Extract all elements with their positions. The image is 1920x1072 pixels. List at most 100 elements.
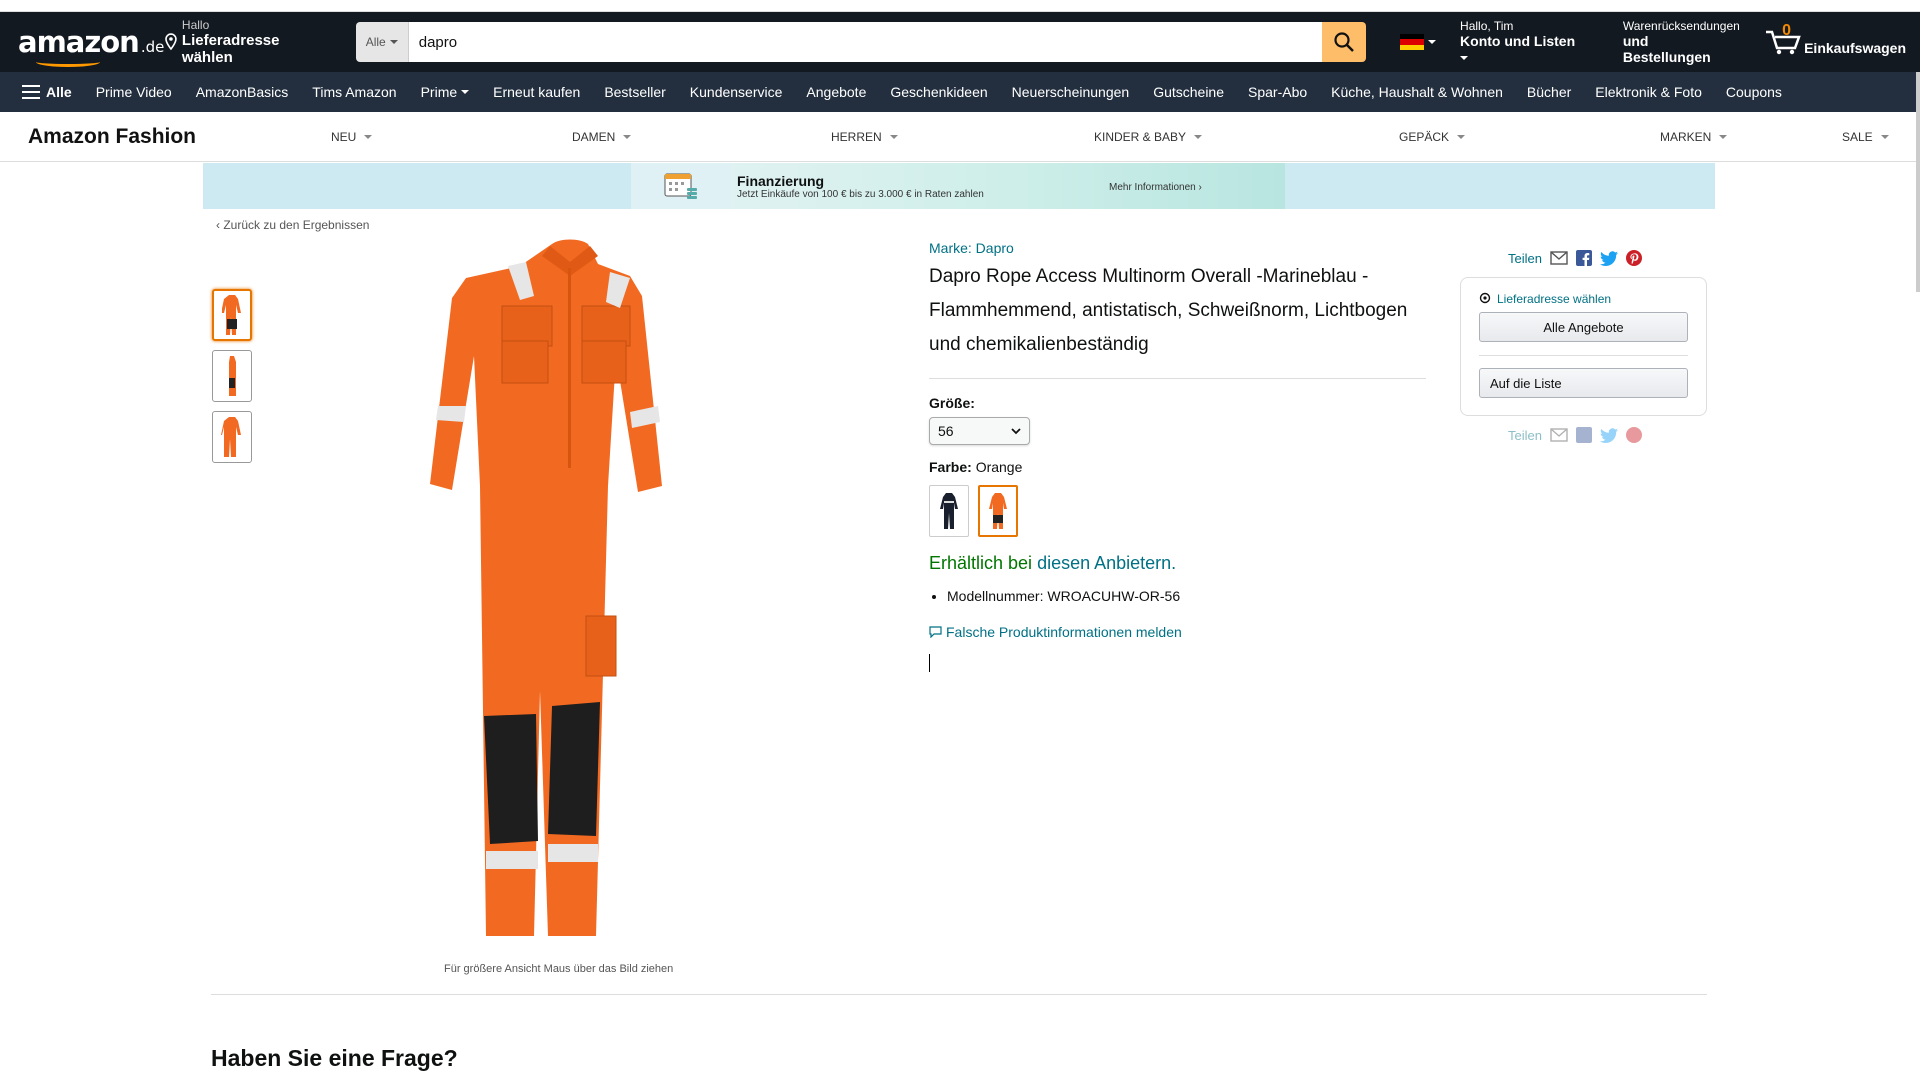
fashion-brand[interactable]: Amazon Fashion xyxy=(28,125,196,149)
chevron-down-icon xyxy=(364,135,373,139)
chevron-down-icon xyxy=(889,135,898,139)
chevron-down-icon xyxy=(623,135,632,139)
financing-subtitle: Jetzt Einkäufe von 100 € bis zu 3.000 € … xyxy=(737,188,984,200)
financing-banner-content[interactable]: Finanzierung Jetzt Einkäufe von 100 € bi… xyxy=(631,163,1285,209)
scrollbar[interactable] xyxy=(1916,72,1920,292)
all-menu-button[interactable]: Alle xyxy=(22,84,72,100)
color-swatches xyxy=(929,485,1426,537)
sub-navbar: Alle Prime Video AmazonBasics Tims Amazo… xyxy=(0,72,1920,112)
chevron-down-icon xyxy=(1011,428,1021,435)
subnav-angebote[interactable]: Angebote xyxy=(806,84,866,100)
pinterest-icon[interactable] xyxy=(1625,250,1642,266)
subnav-spar-abo[interactable]: Spar-Abo xyxy=(1248,84,1307,100)
search-bar: Alle xyxy=(355,22,1367,62)
subnav-elektronik[interactable]: Elektronik & Foto xyxy=(1595,84,1702,100)
subnav-bestseller[interactable]: Bestseller xyxy=(604,84,665,100)
report-incorrect-info[interactable]: Falsche Produktinformationen melden xyxy=(929,624,1426,640)
share-label[interactable]: Teilen xyxy=(1508,428,1542,443)
financing-more-link[interactable]: Mehr Informationen › xyxy=(1109,182,1202,193)
search-input[interactable] xyxy=(408,22,1323,62)
coverall-illustration xyxy=(430,239,662,936)
share-label[interactable]: Teilen xyxy=(1508,251,1542,266)
financing-banner: Finanzierung Jetzt Einkäufe von 100 € bi… xyxy=(203,163,1715,209)
chevron-down-icon xyxy=(1880,135,1889,139)
coverall-thumbnail-icon xyxy=(222,295,241,335)
chevron-down-icon xyxy=(1194,135,1203,139)
thumbnail-list xyxy=(212,289,252,472)
offers-link[interactable]: diesen Anbietern. xyxy=(1037,553,1176,573)
buybox-location[interactable]: Lieferadresse wählen xyxy=(1479,292,1688,306)
subnav-buecher[interactable]: Bücher xyxy=(1527,84,1571,100)
chevron-down-icon xyxy=(461,90,470,94)
subnav-kueche[interactable]: Küche, Haushalt & Wohnen xyxy=(1331,84,1503,100)
subnav-neuerscheinungen[interactable]: Neuerscheinungen xyxy=(1012,84,1130,100)
account-small: Hallo, Tim xyxy=(1460,19,1514,33)
subnav-geschenkideen[interactable]: Geschenkideen xyxy=(890,84,987,100)
all-offers-button[interactable]: Alle Angebote xyxy=(1479,312,1688,342)
color-swatch-orange[interactable] xyxy=(978,485,1018,537)
cart-button[interactable]: 0 Einkaufswagen xyxy=(1764,22,1906,56)
language-selector[interactable] xyxy=(1400,34,1437,50)
fashion-nav: Amazon Fashion NEU DAMEN HERREN KINDER &… xyxy=(0,112,1920,162)
brand-link[interactable]: Marke: Dapro xyxy=(929,240,1426,256)
facebook-icon[interactable] xyxy=(1575,250,1592,266)
color-swatch-navy[interactable] xyxy=(929,485,969,537)
facebook-icon[interactable] xyxy=(1575,427,1592,443)
amazon-logo[interactable]: amazon .de xyxy=(18,25,164,67)
fashion-tab-label: SALE xyxy=(1842,130,1873,144)
fashion-tab-label: HERREN xyxy=(831,130,882,144)
subnav-gutscheine[interactable]: Gutscheine xyxy=(1153,84,1224,100)
subnav-prime-video[interactable]: Prime Video xyxy=(96,84,172,100)
color-row: Farbe: Orange xyxy=(929,459,1426,475)
main-navbar: amazon .de Hallo Lieferadresse wählen All… xyxy=(0,12,1920,72)
fashion-tab-label: MARKEN xyxy=(1660,130,1712,144)
fashion-tab-herren[interactable]: HERREN xyxy=(831,130,898,144)
color-value: Orange xyxy=(975,459,1023,475)
subnav-coupons[interactable]: Coupons xyxy=(1726,84,1782,100)
search-category-dropdown[interactable]: Alle xyxy=(355,22,409,62)
browser-top-strip xyxy=(0,0,1920,12)
account-menu[interactable]: Hallo, Tim Konto und Listen xyxy=(1460,19,1587,65)
email-icon[interactable] xyxy=(1550,428,1568,442)
share-row: Teilen xyxy=(1508,250,1642,266)
subnav-erneut-kaufen[interactable]: Erneut kaufen xyxy=(493,84,580,100)
pinterest-icon[interactable] xyxy=(1625,427,1642,443)
subnav-prime[interactable]: Prime xyxy=(421,84,470,100)
size-value: 56 xyxy=(938,423,954,439)
add-to-list-button[interactable]: Auf die Liste xyxy=(1479,355,1688,398)
deliver-to[interactable]: Hallo Lieferadresse wählen xyxy=(164,18,334,66)
subnav-tims-amazon[interactable]: Tims Amazon xyxy=(312,84,396,100)
fashion-tab-sale[interactable]: SALE xyxy=(1842,130,1889,144)
availability-prefix: Erhältlich bei xyxy=(929,553,1038,573)
fashion-tab-neu[interactable]: NEU xyxy=(331,130,373,144)
back-to-results-link[interactable]: ‹ Zurück zu den Ergebnissen xyxy=(216,218,369,232)
email-icon[interactable] xyxy=(1550,251,1568,265)
thumbnail-1[interactable] xyxy=(212,289,252,341)
german-flag-icon xyxy=(1400,34,1425,50)
chevron-down-icon xyxy=(1457,135,1466,139)
chevron-down-icon xyxy=(1719,135,1728,139)
thumbnail-2[interactable] xyxy=(212,350,252,402)
twitter-icon[interactable] xyxy=(1599,427,1618,443)
section-divider xyxy=(211,994,1707,995)
fashion-tab-gepaeck[interactable]: GEPÄCK xyxy=(1399,130,1466,144)
returns-orders[interactable]: Warenrücksendungen und Bestellungen xyxy=(1623,19,1740,65)
buybox-location-label: Lieferadresse wählen xyxy=(1497,292,1612,306)
search-button[interactable] xyxy=(1322,22,1367,62)
fashion-tab-label: GEPÄCK xyxy=(1399,130,1450,144)
chevron-down-icon xyxy=(1428,40,1437,44)
coverall-thumbnail-icon xyxy=(229,356,236,396)
image-zoom-caption: Für größere Ansicht Maus über das Bild z… xyxy=(444,963,674,975)
size-dropdown[interactable]: 56 xyxy=(929,417,1030,445)
main-product-image[interactable] xyxy=(430,236,710,956)
hamburger-icon xyxy=(22,85,40,99)
fashion-tab-marken[interactable]: MARKEN xyxy=(1660,130,1728,144)
fashion-tab-kinder[interactable]: KINDER & BABY xyxy=(1094,130,1203,144)
thumbnail-3[interactable] xyxy=(212,411,252,463)
subnav-amazonbasics[interactable]: AmazonBasics xyxy=(196,84,289,100)
twitter-icon[interactable] xyxy=(1599,250,1618,266)
logo-smile-icon xyxy=(36,57,100,67)
subnav-kundenservice[interactable]: Kundenservice xyxy=(690,84,783,100)
fashion-tab-damen[interactable]: DAMEN xyxy=(572,130,632,144)
model-number: Modellnummer: WROACUHW-OR-56 xyxy=(947,588,1426,604)
